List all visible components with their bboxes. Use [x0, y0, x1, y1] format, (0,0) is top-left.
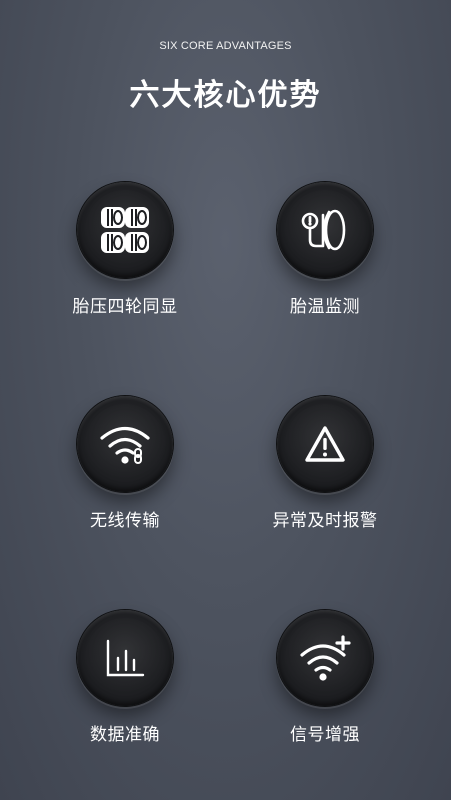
feature-button[interactable] [77, 610, 173, 706]
feature-button[interactable] [277, 610, 373, 706]
warning-triangle-icon [305, 426, 345, 462]
feature-label: 信号增强 [290, 725, 360, 745]
bar-chart-icon [106, 639, 145, 677]
four-tires-icon [101, 207, 149, 253]
feature-label: 异常及时报警 [272, 511, 378, 531]
feature-button[interactable] [77, 182, 173, 278]
section-title: 六大核心优势 [129, 78, 322, 113]
feature-label: 数据准确 [90, 725, 160, 745]
feature-label: 胎压四轮同显 [72, 297, 178, 317]
tire-temperature-icon [301, 209, 346, 251]
feature-label: 胎温监测 [290, 297, 360, 317]
section-subtitle: SIX CORE ADVANTAGES [159, 40, 292, 52]
feature-button[interactable] [277, 182, 373, 278]
feature-button[interactable] [77, 396, 173, 492]
feature-button[interactable] [277, 396, 373, 492]
wifi-plus-icon [300, 635, 351, 681]
wireless-link-icon [100, 426, 150, 464]
feature-label: 无线传输 [90, 511, 160, 531]
